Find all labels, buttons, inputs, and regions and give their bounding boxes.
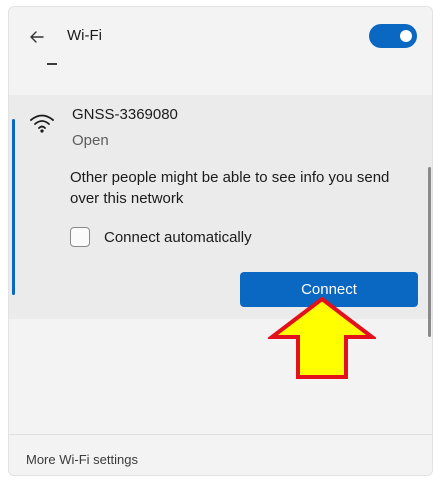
network-ssid: GNSS-3369080 (72, 106, 178, 123)
footer-divider (9, 434, 432, 435)
checkbox-box[interactable] (70, 227, 90, 247)
selection-accent-bar (12, 119, 15, 295)
wifi-toggle[interactable] (369, 24, 417, 48)
connect-automatically-label: Connect automatically (104, 229, 252, 246)
scrollbar[interactable] (428, 167, 431, 337)
back-arrow-icon[interactable] (27, 27, 47, 47)
network-list-item[interactable]: GNSS-3369080 Open Other people might be … (9, 95, 432, 319)
wifi-signal-icon (30, 114, 54, 133)
page-title: Wi-Fi (67, 27, 102, 44)
network-security-status: Open (72, 132, 109, 149)
dash-mark (47, 63, 57, 65)
toggle-knob (400, 30, 412, 42)
wifi-header: Wi-Fi (9, 7, 432, 87)
network-warning-text: Other people might be able to see info y… (70, 169, 390, 207)
wifi-flyout-panel: Wi-Fi GNSS-3369080 Open Other people mig… (8, 6, 433, 476)
yellow-arrow-pointer-icon (268, 297, 376, 379)
more-wifi-settings-link[interactable]: More Wi-Fi settings (26, 452, 138, 467)
